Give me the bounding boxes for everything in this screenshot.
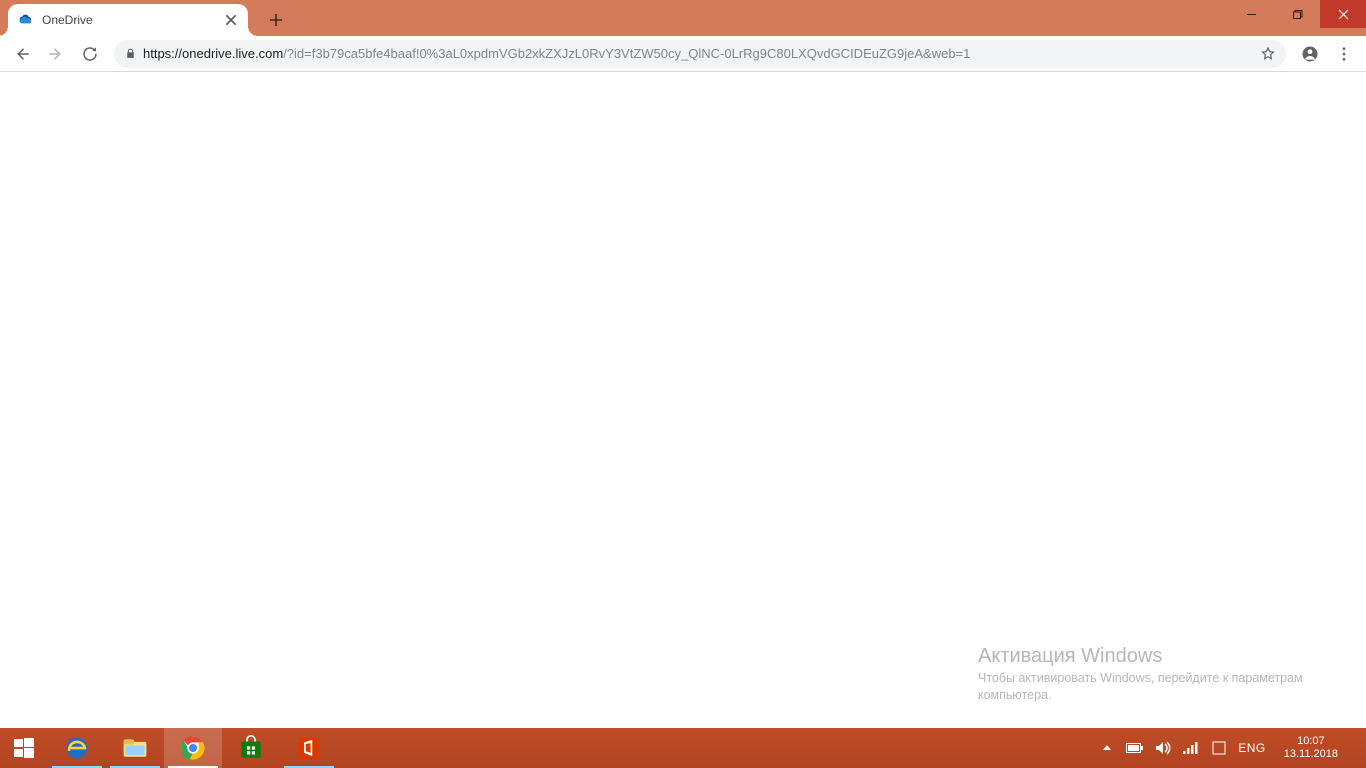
tab-close-icon[interactable]	[224, 13, 238, 27]
page-content: Активация Windows Чтобы активировать Win…	[0, 72, 1366, 728]
address-bar[interactable]: https://onedrive.live.com/?id=f3b79ca5bf…	[114, 40, 1286, 68]
taskbar-app-ie[interactable]	[48, 728, 106, 768]
address-url-host: https://onedrive.live.com	[143, 46, 283, 61]
tab-title: OneDrive	[42, 13, 216, 27]
taskbar-app-chrome[interactable]	[164, 728, 222, 768]
battery-icon[interactable]	[1126, 739, 1144, 757]
taskbar-app-explorer[interactable]	[106, 728, 164, 768]
window-controls	[1228, 0, 1366, 28]
windows-activation-watermark: Активация Windows Чтобы активировать Win…	[978, 645, 1318, 704]
nav-reload-button[interactable]	[74, 38, 106, 70]
taskbar-app-office[interactable]	[280, 728, 338, 768]
onedrive-icon	[18, 12, 34, 28]
system-tray: ENG 10:07 13.11.2018	[1098, 728, 1366, 768]
address-url-path: /?id=f3b79ca5bfe4baaf!0%3aL0xpdmVGb2xkZX…	[283, 46, 970, 61]
window-minimize-button[interactable]	[1228, 0, 1274, 28]
watermark-title: Активация Windows	[978, 645, 1318, 668]
browser-titlebar: OneDrive	[0, 0, 1366, 36]
language-indicator[interactable]: ENG	[1238, 741, 1266, 755]
window-restore-button[interactable]	[1274, 0, 1320, 28]
browser-tab-active[interactable]: OneDrive	[8, 4, 248, 36]
volume-icon[interactable]	[1154, 739, 1172, 757]
clock-time: 10:07	[1284, 735, 1338, 748]
start-button[interactable]	[0, 728, 48, 768]
address-url: https://onedrive.live.com/?id=f3b79ca5bf…	[143, 46, 1254, 61]
profile-avatar-icon[interactable]	[1294, 38, 1326, 70]
taskbar-app-store[interactable]	[222, 728, 280, 768]
bookmark-star-icon[interactable]	[1260, 46, 1276, 62]
nav-back-button[interactable]	[6, 38, 38, 70]
new-tab-button[interactable]	[262, 6, 290, 34]
nav-forward-button[interactable]	[40, 38, 72, 70]
browser-toolbar: https://onedrive.live.com/?id=f3b79ca5bf…	[0, 36, 1366, 72]
windows-taskbar: ENG 10:07 13.11.2018	[0, 728, 1366, 768]
window-close-button[interactable]	[1320, 0, 1366, 28]
chrome-menu-icon[interactable]	[1328, 38, 1360, 70]
clock-date: 13.11.2018	[1284, 748, 1338, 761]
action-center-icon[interactable]	[1210, 739, 1228, 757]
taskbar-clock[interactable]: 10:07 13.11.2018	[1276, 735, 1346, 760]
lock-icon	[124, 47, 137, 60]
network-icon[interactable]	[1182, 739, 1200, 757]
watermark-subtitle: Чтобы активировать Windows, перейдите к …	[978, 670, 1318, 704]
tray-overflow-icon[interactable]	[1098, 739, 1116, 757]
